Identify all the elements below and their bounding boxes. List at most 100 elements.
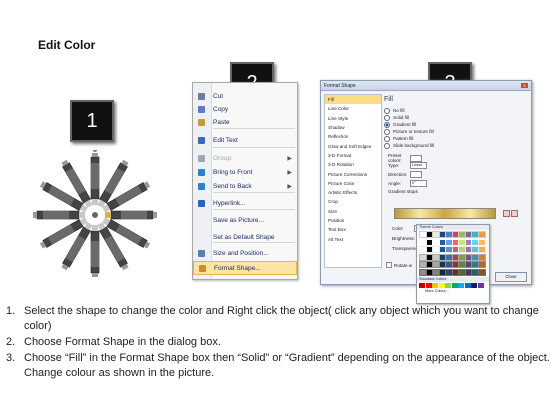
category-fill[interactable]: Fill [325, 95, 381, 105]
menu-item-cut[interactable]: Cut [193, 89, 297, 103]
radio-icon [384, 107, 390, 114]
standard-color-swatch[interactable] [445, 282, 451, 288]
category-glow-and-soft-edges[interactable]: Glow and Soft Edges [325, 141, 381, 150]
menu-item-format-shape[interactable]: Format Shape... [193, 261, 297, 275]
direction-row: Direction: [388, 171, 422, 178]
paste-icon [198, 118, 205, 126]
crayon-spoke[interactable] [33, 210, 85, 220]
step-text: Select the shape to change the color and… [24, 305, 539, 332]
menu-item-copy[interactable]: Copy [193, 102, 297, 116]
gradient-stops-bar[interactable] [394, 208, 496, 219]
fill-option-no-fill[interactable]: No fill [384, 107, 526, 114]
color-palette-popup: Theme Colors Standard Colors More Colors… [416, 224, 490, 304]
type-label: Type: [388, 163, 400, 168]
theme-color-swatch[interactable] [477, 238, 486, 246]
bring-front-icon [198, 168, 205, 176]
category-picture-color[interactable]: Picture Color [325, 179, 381, 188]
more-colors-link[interactable]: More Colors... [417, 289, 489, 293]
submenu-arrow-icon: ▶ [287, 169, 292, 176]
fill-option-label: Gradient fill [393, 122, 417, 127]
standard-color-swatch[interactable] [471, 282, 477, 288]
step-text: Choose Format Shape in the dialog box. [24, 336, 221, 348]
category-text-box[interactable]: Text Box [325, 225, 381, 234]
category-size[interactable]: Size [325, 207, 381, 216]
fill-option-gradient-fill[interactable]: Gradient fill [384, 121, 526, 128]
direction-dropdown[interactable] [410, 171, 422, 178]
gradient-stops-row: Gradient stops [388, 189, 418, 194]
context-menu: Cut Copy Paste Edit Text Group ▶ Bring to Fron… [192, 82, 298, 280]
theme-color-swatch[interactable] [477, 268, 486, 276]
fill-option-slide-background-fill[interactable]: Slide background fill [384, 142, 526, 149]
angle-row: Angle: 0° [388, 180, 427, 187]
instruction-step: 2. Choose Format Shape in the dialog box. [6, 335, 554, 350]
menu-item-label: Set as Default Shape [213, 233, 275, 241]
standard-color-swatch[interactable] [438, 282, 445, 288]
fill-option-picture-or-texture-fill[interactable]: Picture or texture fill [384, 128, 526, 135]
standard-color-swatch[interactable] [419, 282, 425, 288]
menu-item-label: Edit Text [213, 136, 238, 144]
standard-color-swatch[interactable] [432, 282, 438, 288]
category-crop[interactable]: Crop [325, 197, 381, 206]
blank-icon [198, 217, 205, 224]
menu-item-set-as-default-shape[interactable]: Set as Default Shape [193, 230, 297, 244]
fill-option-label: No fill [393, 108, 405, 113]
rotate-row: Rotate w [386, 262, 412, 268]
category-line-style[interactable]: Line Style [325, 114, 381, 123]
step-text: Choose “Fill” in the Format Shape box th… [24, 352, 550, 379]
remove-stop-button[interactable] [511, 210, 518, 217]
radial-crayon-shape[interactable] [30, 150, 160, 280]
hyperlink-icon [198, 199, 205, 207]
color-label: Color [392, 226, 403, 231]
theme-color-swatch[interactable] [477, 261, 486, 268]
radio-icon [384, 121, 390, 128]
gradient-stops-label: Gradient stops [388, 189, 418, 194]
crayon-spoke[interactable] [90, 225, 100, 277]
send-back-icon [198, 182, 205, 190]
menu-item-hyperlink[interactable]: Hyperlink... [193, 196, 297, 210]
instruction-step: 3. Choose “Fill” in the Format Shape box … [6, 351, 554, 381]
menu-item-save-as-picture[interactable]: Save as Picture... [193, 213, 297, 227]
standard-color-swatch[interactable] [425, 282, 432, 288]
category-3-d-rotation[interactable]: 3-D Rotation [325, 160, 381, 169]
category-picture-corrections[interactable]: Picture Corrections [325, 169, 381, 178]
theme-color-swatch[interactable] [477, 253, 486, 261]
theme-color-swatch[interactable] [477, 231, 486, 238]
group-icon [198, 154, 205, 162]
menu-item-bring-to-front[interactable]: Bring to Front ▶ [193, 165, 297, 179]
fill-option-solid-fill[interactable]: Solid fill [384, 114, 526, 121]
crayon-spoke[interactable] [90, 153, 100, 205]
crayon-spoke[interactable] [105, 210, 157, 220]
dialog-close-icon[interactable]: ✕ [521, 83, 528, 88]
edit-text-icon [198, 136, 205, 144]
type-select[interactable]: Linear [410, 162, 427, 169]
size-position-icon [198, 249, 205, 257]
standard-color-swatch[interactable] [451, 282, 458, 288]
menu-item-group[interactable]: Group ▶ [193, 151, 297, 165]
standard-color-swatch[interactable] [464, 282, 471, 288]
standard-color-swatch[interactable] [458, 282, 464, 288]
menu-item-edit-text[interactable]: Edit Text [193, 133, 297, 147]
add-stop-button[interactable] [503, 210, 510, 217]
category-alt-text[interactable]: Alt Text [325, 234, 381, 243]
fill-option-label: Picture or texture fill [393, 129, 434, 134]
fill-option-pattern-fill[interactable]: Pattern fill [384, 135, 526, 142]
category-3-d-format[interactable]: 3-D Format [325, 151, 381, 160]
preset-colors-dropdown[interactable] [410, 154, 422, 162]
rotate-checkbox[interactable] [386, 262, 392, 268]
rotation-handle[interactable] [93, 150, 97, 152]
menu-item-label: Bring to Front [213, 168, 253, 176]
category-position[interactable]: Position [325, 216, 381, 225]
category-line-color[interactable]: Line Color [325, 104, 381, 113]
standard-color-swatch[interactable] [477, 282, 484, 288]
category-shadow[interactable]: Shadow [325, 123, 381, 132]
angle-input[interactable]: 0° [410, 180, 427, 187]
menu-item-label: Size and Position... [213, 249, 269, 257]
page-title: Edit Color [38, 38, 96, 52]
theme-color-swatch[interactable] [477, 246, 486, 253]
menu-item-size-and-position[interactable]: Size and Position... [193, 246, 297, 260]
menu-item-paste[interactable]: Paste [193, 115, 297, 129]
menu-item-send-to-back[interactable]: Send to Back ▶ [193, 179, 297, 193]
close-button[interactable]: Close [495, 272, 527, 282]
category-artistic-effects[interactable]: Artistic Effects [325, 188, 381, 197]
category-reflection[interactable]: Reflection [325, 132, 381, 141]
